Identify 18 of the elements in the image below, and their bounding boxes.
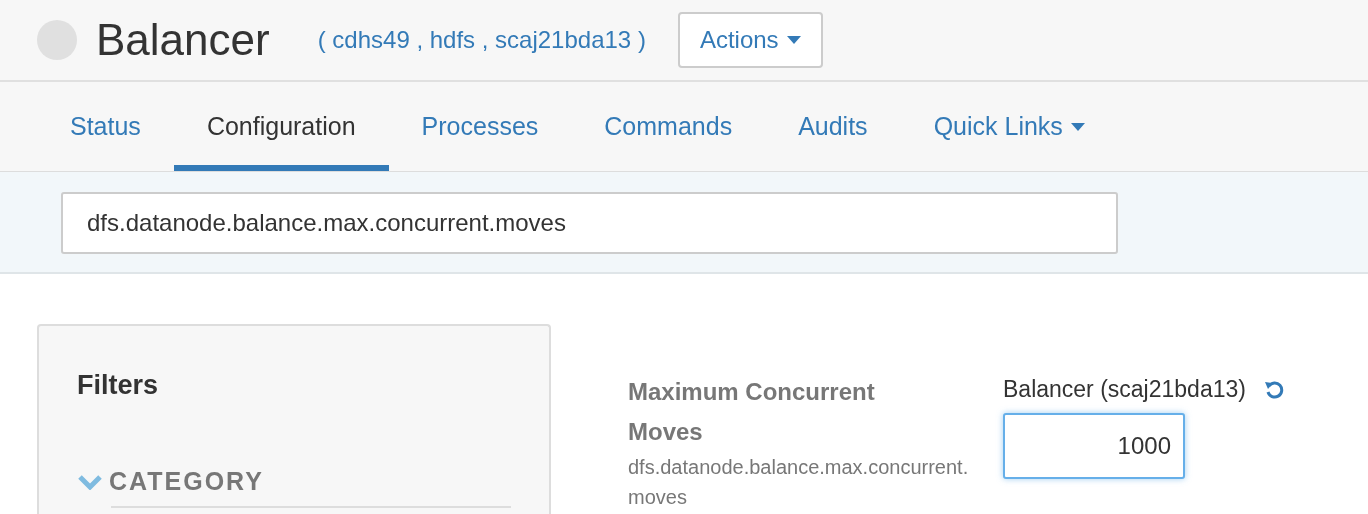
actions-button[interactable]: Actions xyxy=(677,12,823,68)
tab[interactable]: Processes xyxy=(388,82,572,171)
undo-icon[interactable] xyxy=(1263,379,1284,400)
tab[interactable]: Audits xyxy=(765,82,901,171)
category-toggle[interactable]: CATEGORY xyxy=(77,467,511,506)
setting-label: Maximum Concurrent Moves xyxy=(628,377,876,447)
caret-icon xyxy=(1070,122,1085,131)
tab[interactable]: Status xyxy=(37,82,174,171)
value-field[interactable]: 1000 xyxy=(1003,413,1185,479)
scope-label: Balancer (scaj21bda13) xyxy=(1003,376,1246,403)
filters-heading: Filters xyxy=(77,370,160,401)
search-field[interactable]: dfs.datanode.balance.max.concurrent.moves xyxy=(61,192,1118,254)
setting-key: dfs.datanode.balance.max.concurrent.moves xyxy=(628,452,976,512)
page-title: Balancer xyxy=(96,15,270,65)
caret-icon xyxy=(786,36,801,44)
tab[interactable]: Commands xyxy=(571,82,766,171)
tab[interactable]: Quick Links xyxy=(900,82,1118,171)
context-link[interactable]: ( cdhs49 , hdfs , scaj21bda13 ) xyxy=(317,26,646,54)
